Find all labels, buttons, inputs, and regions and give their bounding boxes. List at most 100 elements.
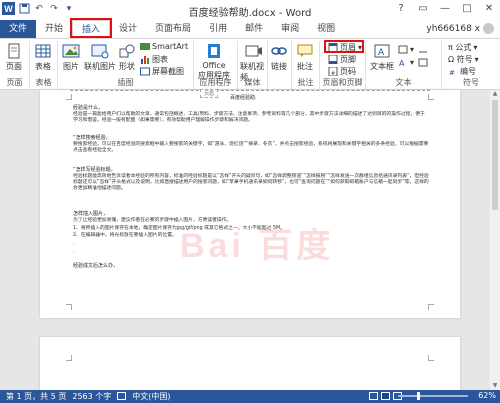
scroll-thumb[interactable] bbox=[492, 100, 498, 210]
group-illustrations: 图片 联机图片 形状 SmartArt 图表 屏幕截图 插图 bbox=[58, 41, 194, 89]
quick-parts-button[interactable]: ▾ bbox=[398, 45, 414, 54]
group-symbols-label: 符号 bbox=[463, 78, 479, 87]
group-pages-label: 页面 bbox=[6, 78, 23, 87]
textbox-icon: A bbox=[374, 44, 390, 58]
page-icon bbox=[8, 43, 20, 59]
calendar-icon bbox=[418, 58, 428, 67]
document-title: 百度经验助. bbox=[230, 95, 257, 101]
print-layout-icon[interactable] bbox=[381, 392, 390, 400]
online-picture-button[interactable]: 联机图片 bbox=[84, 43, 116, 72]
group-apps: Office 应用程序 应用程序 bbox=[194, 41, 238, 89]
tab-home[interactable]: 开始 bbox=[36, 20, 72, 38]
quick-parts-icon bbox=[398, 45, 408, 54]
svg-text:#: # bbox=[449, 69, 455, 76]
margin-mark-p2-tr bbox=[428, 355, 434, 361]
online-picture-icon bbox=[91, 44, 109, 59]
scroll-up-icon[interactable]: ▲ bbox=[490, 90, 500, 98]
margin-mark-tl bbox=[66, 94, 72, 100]
paragraph-1: 经验是一篇能给用户们以帮助的文章，通常包括概述、工具/原料、步骤方法、注意事项、… bbox=[73, 112, 425, 124]
group-pages: 页面 页面 bbox=[0, 41, 30, 89]
tab-file[interactable]: 文件 bbox=[0, 20, 36, 38]
tab-references[interactable]: 引用 bbox=[200, 20, 236, 38]
tab-insert[interactable]: 插入 bbox=[70, 18, 113, 38]
screenshot-button[interactable]: 屏幕截图 bbox=[140, 66, 184, 77]
document-area[interactable]: 页眉 百度经验助. 经验是什么， 经验是一篇能给用户们以帮助的文章，通常包括概述… bbox=[0, 89, 500, 397]
tab-view[interactable]: 视图 bbox=[308, 20, 344, 38]
tab-mailings[interactable]: 邮件 bbox=[236, 20, 272, 38]
group-links: 链接 bbox=[268, 41, 292, 89]
header-tag: 页眉 bbox=[200, 89, 219, 98]
tab-page-layout[interactable]: 页面布局 bbox=[146, 20, 200, 38]
comment-icon bbox=[297, 44, 313, 57]
chart-icon bbox=[141, 56, 149, 64]
minimize-button[interactable]: — bbox=[434, 0, 456, 18]
ribbon: 页面 页面 表格 表格 图片 联机图片 形状 SmartArt 图表 屏幕截图 … bbox=[0, 38, 500, 90]
close-button[interactable]: ✕ bbox=[478, 0, 500, 18]
group-comments-label: 批注 bbox=[297, 78, 314, 87]
footer-button[interactable]: 页脚 bbox=[328, 54, 356, 65]
group-apps-label: 应用程序 bbox=[199, 78, 232, 87]
shapes-icon bbox=[119, 44, 135, 58]
window-controls: ? ▭ — □ ✕ bbox=[390, 0, 500, 18]
table-button[interactable]: 表格 bbox=[34, 43, 52, 72]
smartart-icon bbox=[140, 43, 150, 50]
paragraph-2: 要搜索经验，可以在百度经验的搜索框中输入要搜索的关键字，如“游泳、烧红烧”“摘录… bbox=[73, 142, 429, 154]
chart-button[interactable]: 图表 bbox=[140, 54, 168, 65]
section-heading-4: 怎样插入图片， bbox=[73, 211, 109, 217]
number-button[interactable]: # 编号 bbox=[448, 66, 476, 77]
picture-icon bbox=[62, 44, 80, 58]
maximize-button[interactable]: □ bbox=[456, 0, 478, 18]
links-button[interactable]: 链接 bbox=[270, 43, 288, 72]
page-number-button[interactable]: # 页码 bbox=[328, 66, 356, 77]
page-count[interactable]: 第 1 页，共 5 页 bbox=[6, 391, 66, 402]
group-tables: 表格 表格 bbox=[30, 41, 58, 89]
page-1[interactable]: 页眉 百度经验助. 经验是什么， 经验是一篇能给用户们以帮助的文章，通常包括概述… bbox=[40, 89, 460, 318]
equation-button[interactable]: π 公式 ▾ bbox=[448, 42, 477, 53]
signature-line-button[interactable] bbox=[418, 45, 428, 54]
word-count[interactable]: 2563 个字 bbox=[72, 391, 111, 402]
wordart-button[interactable]: A ▾ bbox=[398, 58, 414, 67]
tab-design[interactable]: 设计 bbox=[110, 20, 146, 38]
ribbon-tabs: 文件 开始 插入 设计 页面布局 引用 邮件 审阅 视图 bbox=[0, 18, 500, 38]
page-number-icon: # bbox=[328, 67, 338, 76]
office-apps-button[interactable]: Office 应用程序 bbox=[198, 43, 230, 81]
wordart-icon: A bbox=[399, 59, 405, 67]
section-heading-2: “怎样搜索经验， bbox=[73, 135, 111, 141]
scroll-down-icon[interactable]: ▼ bbox=[490, 382, 500, 390]
margin-mark-bl bbox=[66, 304, 72, 310]
zoom-level[interactable]: 62% bbox=[478, 391, 496, 400]
zoom-knob[interactable] bbox=[417, 392, 420, 400]
symbol-button[interactable]: Ω 符号 ▾ bbox=[448, 54, 479, 65]
header-boundary bbox=[70, 90, 430, 91]
number-icon: # bbox=[449, 69, 455, 76]
ribbon-display-button[interactable]: ▭ bbox=[412, 0, 434, 18]
shapes-button[interactable]: 形状 bbox=[118, 43, 136, 72]
read-mode-icon[interactable] bbox=[369, 392, 378, 400]
tab-review[interactable]: 审阅 bbox=[272, 20, 308, 38]
group-text-label: 文本 bbox=[395, 78, 412, 87]
section-heading-1: 经验是什么， bbox=[73, 105, 104, 111]
proofing-icon[interactable] bbox=[117, 391, 127, 402]
page-2[interactable] bbox=[40, 337, 460, 397]
comment-button[interactable]: 批注 bbox=[296, 43, 314, 72]
video-icon bbox=[245, 45, 262, 57]
picture-button[interactable]: 图片 bbox=[62, 43, 80, 72]
link-icon bbox=[271, 47, 287, 55]
smartart-button[interactable]: SmartArt bbox=[140, 42, 188, 51]
user-account[interactable]: yh666168 x bbox=[426, 23, 494, 34]
help-button[interactable]: ? bbox=[390, 0, 412, 18]
language[interactable]: 中文(中国) bbox=[132, 391, 170, 402]
page-button[interactable]: 页面 bbox=[5, 43, 23, 72]
svg-text:A: A bbox=[399, 59, 405, 67]
vertical-scrollbar[interactable]: ▲ ▼ bbox=[490, 90, 500, 390]
date-time-button[interactable] bbox=[418, 58, 428, 67]
user-name: yh666168 x bbox=[426, 23, 480, 34]
section-heading-3: “怎样写经验标题， bbox=[73, 167, 116, 173]
zoom-slider[interactable] bbox=[398, 392, 468, 400]
avatar bbox=[483, 23, 494, 34]
svg-text:#: # bbox=[331, 71, 335, 76]
margin-mark-br bbox=[428, 304, 434, 310]
group-header-footer: 页眉 ▾ 页脚 # 页码 页眉和页脚 bbox=[320, 40, 366, 89]
textbox-button[interactable]: A 文本框 bbox=[370, 43, 394, 72]
title-bar: W ↶ ↷ ▾ 百度经验帮助.docx - Word ? ▭ — □ ✕ bbox=[0, 0, 500, 20]
